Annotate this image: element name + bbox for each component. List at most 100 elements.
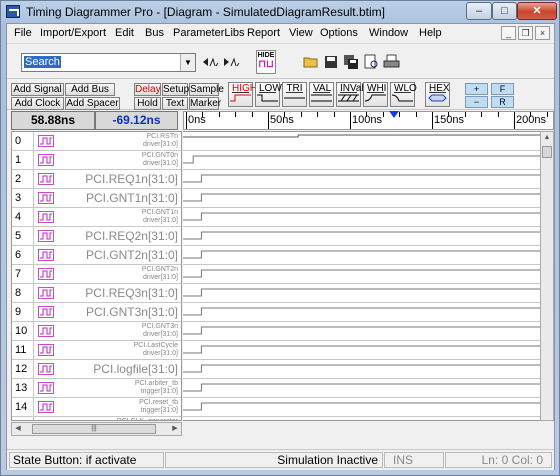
- signal-waveform[interactable]: [183, 174, 540, 183]
- signal-waveform[interactable]: [183, 345, 540, 354]
- sample-button[interactable]: Sample: [189, 83, 224, 96]
- signal-row[interactable]: 5 PCI.REQ2n[31:0]: [12, 227, 181, 246]
- add-clock-button[interactable]: Add Clock: [11, 97, 64, 110]
- clock-signal-icon[interactable]: [38, 420, 54, 421]
- scroll-right-icon[interactable]: ▶: [169, 423, 181, 435]
- signal-waveform[interactable]: [183, 193, 540, 202]
- whi-button[interactable]: WHI: [363, 82, 388, 107]
- signal-waveform[interactable]: [183, 383, 540, 392]
- zoom-out-button[interactable]: −: [465, 96, 488, 108]
- save-icon[interactable]: [323, 54, 340, 70]
- maximize-button[interactable]: □: [492, 2, 517, 20]
- search-dropdown-button[interactable]: ▼: [180, 54, 195, 71]
- menu-options[interactable]: Options: [320, 27, 358, 39]
- menu-parameterlibs[interactable]: ParameterLibs: [173, 27, 245, 39]
- signal-waveform[interactable]: [183, 326, 540, 335]
- signal-waveform[interactable]: [183, 288, 540, 297]
- signal-waveform[interactable]: [183, 364, 540, 373]
- signal-waveform[interactable]: [183, 269, 540, 278]
- signal-row[interactable]: 14 PCI.reset_tb trigger[31:0]: [12, 398, 181, 417]
- clock-signal-icon[interactable]: [38, 306, 54, 318]
- scroll-up-icon[interactable]: ▲: [541, 132, 553, 144]
- text-button[interactable]: Text: [162, 97, 188, 110]
- signal-waveform[interactable]: [183, 231, 540, 240]
- clock-signal-icon[interactable]: [38, 230, 54, 242]
- clock-signal-icon[interactable]: [38, 249, 54, 261]
- horizontal-scrollbar[interactable]: ◀ ||| ▶: [11, 422, 182, 436]
- save-all-icon[interactable]: [343, 54, 360, 70]
- menu-help[interactable]: Help: [419, 27, 442, 39]
- signal-row[interactable]: 10 PCI.GNT3n driver[31:0]: [12, 322, 181, 341]
- vertical-scrollbar[interactable]: ▲: [540, 131, 554, 421]
- signal-row[interactable]: 4 PCI.GNT1n driver[31:0]: [12, 208, 181, 227]
- hide-button[interactable]: HIDE ⊓⊔: [256, 50, 276, 74]
- time-ruler[interactable]: 0ns 50ns 100ns 150ns 200ns: [183, 111, 554, 130]
- signal-row[interactable]: 9 PCI.GNT3n[31:0]: [12, 303, 181, 322]
- signal-waveform[interactable]: [183, 155, 540, 164]
- clock-signal-icon[interactable]: [38, 287, 54, 299]
- menu-edit[interactable]: Edit: [115, 27, 134, 39]
- inval-button[interactable]: INVal: [336, 82, 364, 107]
- signal-row[interactable]: 12 PCI.logfile[31:0]: [12, 360, 181, 379]
- signal-waveform[interactable]: [183, 212, 540, 221]
- clock-signal-icon[interactable]: [38, 192, 54, 204]
- signal-waveform[interactable]: [183, 250, 540, 259]
- add-spacer-button[interactable]: Add Spacer: [65, 97, 120, 110]
- signal-row[interactable]: 15 PCI.CLK_generatortb_trigger[31:0]: [12, 417, 181, 421]
- signal-row[interactable]: 3 PCI.GNT1n[31:0]: [12, 189, 181, 208]
- clock-signal-icon[interactable]: [38, 211, 54, 223]
- print-icon[interactable]: [383, 54, 400, 70]
- tri-button[interactable]: TRI: [282, 82, 307, 107]
- zoom-reset-button[interactable]: R: [491, 96, 514, 108]
- delay-button[interactable]: Delay: [134, 83, 161, 96]
- clock-signal-icon[interactable]: [38, 154, 54, 166]
- wlo-button[interactable]: WLO: [390, 82, 417, 107]
- clock-signal-icon[interactable]: [38, 325, 54, 337]
- signal-row[interactable]: 0 PCI.RSTn driver[31:0]: [12, 132, 181, 151]
- signal-row[interactable]: 1 PCI.GNT0n driver[31:0]: [12, 151, 181, 170]
- menu-report[interactable]: Report: [247, 27, 280, 39]
- clock-signal-icon[interactable]: [38, 344, 54, 356]
- open-folder-icon[interactable]: [303, 54, 320, 70]
- menu-import-export[interactable]: Import/Export: [40, 27, 106, 39]
- menu-view[interactable]: View: [289, 27, 313, 39]
- zoom-out-marker-icon[interactable]: [223, 54, 240, 70]
- clock-signal-icon[interactable]: [38, 401, 54, 413]
- zoom-in-marker-icon[interactable]: [202, 54, 219, 70]
- marker-triangle-icon[interactable]: [389, 111, 399, 118]
- marker-button[interactable]: Marker: [189, 97, 221, 110]
- menu-window[interactable]: Window: [369, 27, 408, 39]
- print-preview-icon[interactable]: [363, 54, 380, 70]
- minimize-button[interactable]: –: [466, 2, 492, 20]
- signal-waveform[interactable]: [183, 307, 540, 316]
- doc-close-button[interactable]: ×: [535, 26, 550, 40]
- signal-row[interactable]: 2 PCI.REQ1n[31:0]: [12, 170, 181, 189]
- zoom-full-button[interactable]: F: [491, 83, 514, 95]
- signal-waveform[interactable]: [183, 134, 540, 138]
- vertical-scroll-thumb[interactable]: [542, 146, 552, 158]
- low-button[interactable]: LOW: [255, 82, 282, 107]
- zoom-in-button[interactable]: +: [465, 83, 488, 95]
- signal-row[interactable]: 6 PCI.GNT2n[31:0]: [12, 246, 181, 265]
- waveform-area[interactable]: [183, 131, 540, 421]
- clock-signal-icon[interactable]: [38, 268, 54, 280]
- waveform-canvas[interactable]: [183, 132, 540, 421]
- setup-button[interactable]: Setup: [162, 83, 189, 96]
- close-button[interactable]: ✕: [517, 2, 557, 20]
- signal-waveform[interactable]: [183, 402, 540, 411]
- doc-minimize-button[interactable]: _: [501, 26, 516, 40]
- add-signal-button[interactable]: Add Signal: [11, 83, 64, 96]
- title-bar[interactable]: Timing Diagrammer Pro - [Diagram - Simul…: [1, 1, 559, 23]
- add-bus-button[interactable]: Add Bus: [65, 83, 115, 96]
- menu-file[interactable]: File: [14, 27, 32, 39]
- clock-signal-icon[interactable]: [38, 173, 54, 185]
- clock-signal-icon[interactable]: [38, 363, 54, 375]
- search-input[interactable]: Search ▼: [21, 53, 196, 72]
- clock-signal-icon[interactable]: [38, 135, 54, 147]
- clock-signal-icon[interactable]: [38, 382, 54, 394]
- high-button[interactable]: HIGH: [228, 82, 257, 107]
- hex-button[interactable]: HEX: [425, 82, 450, 107]
- horizontal-scroll-thumb[interactable]: |||: [32, 424, 156, 434]
- signal-row[interactable]: 8 PCI.REQ3n[31:0]: [12, 284, 181, 303]
- signal-row[interactable]: 11 PCI.LastCycle driver[31:0]: [12, 341, 181, 360]
